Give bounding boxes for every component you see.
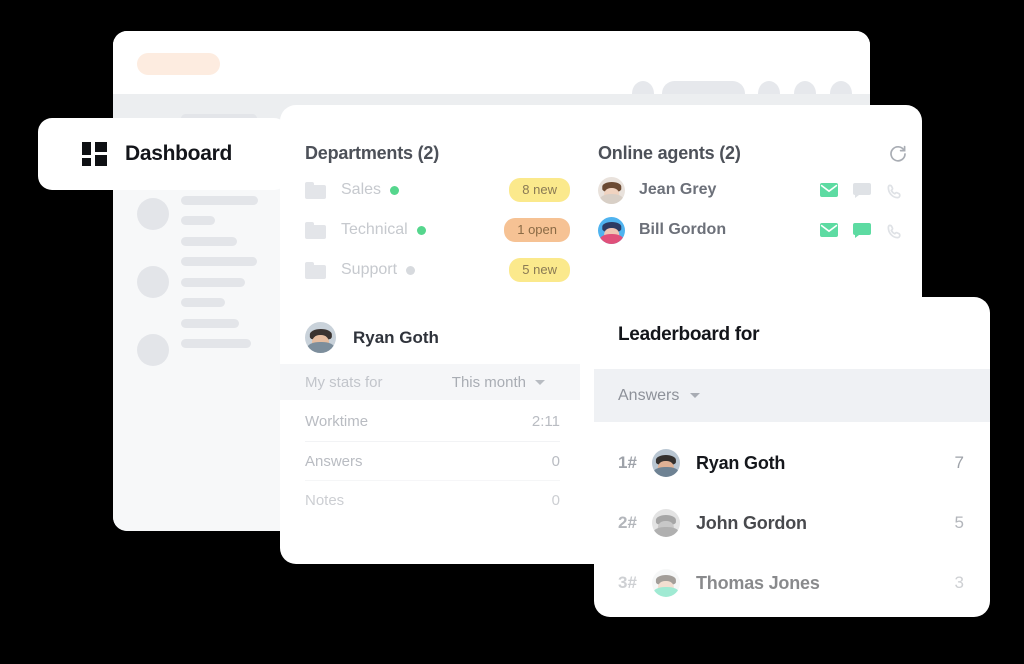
skeleton-line <box>181 278 245 287</box>
agent-name: Jean Grey <box>639 181 717 198</box>
stat-value: 0 <box>551 452 560 470</box>
stats-user: Ryan Goth <box>305 322 439 353</box>
leaderboard-row-3[interactable]: 3# Thomas Jones 3 <box>594 553 990 613</box>
department-badge[interactable]: 5 new <box>509 258 570 282</box>
avatar-thomas-jones <box>652 569 680 597</box>
leaderboard-score: 5 <box>954 513 964 532</box>
stat-row-notes: Notes 0 <box>305 480 560 519</box>
chevron-down-icon <box>535 379 545 385</box>
skeleton-line <box>181 298 225 307</box>
folder-icon <box>305 221 326 239</box>
leaderboard-rank: 3# <box>618 573 637 592</box>
agent-actions <box>820 222 903 238</box>
agent-name: Bill Gordon <box>639 221 727 238</box>
refresh-icon[interactable] <box>888 144 908 164</box>
skeleton-line <box>181 196 258 205</box>
status-dot-online <box>390 185 400 195</box>
leaderboard-name: Thomas Jones <box>696 572 820 593</box>
department-row-technical[interactable]: Technical 1 open <box>305 217 570 243</box>
page-title: Dashboard <box>125 142 232 165</box>
stat-row-answers: Answers 0 <box>305 441 560 480</box>
stats-user-name: Ryan Goth <box>353 327 439 347</box>
stat-row-worktime: Worktime 2:11 <box>305 402 560 441</box>
stats-period-select[interactable]: This month <box>452 374 545 391</box>
avatar-ryan-goth <box>652 449 680 477</box>
stat-value: 2:11 <box>531 413 560 430</box>
skeleton-avatar <box>137 334 169 366</box>
department-row-sales[interactable]: Sales 8 new <box>305 177 570 203</box>
stat-key: Worktime <box>305 413 369 430</box>
skeleton-line <box>181 237 237 246</box>
dashboard-header-bar: Dashboard <box>38 118 288 190</box>
leaderboard-card: Leaderboard for Answers 1# Ryan Goth 7 2… <box>594 297 990 617</box>
skeleton-line <box>181 257 257 266</box>
stat-key: Answers <box>305 452 363 470</box>
skeleton-line <box>181 319 239 328</box>
leaderboard-rank: 2# <box>618 513 637 532</box>
skeleton-line <box>181 339 251 348</box>
brand-pill <box>137 53 220 75</box>
leaderboard-rank: 1# <box>618 453 637 472</box>
folder-icon <box>305 181 326 199</box>
department-name: Support <box>341 261 398 278</box>
agent-actions <box>820 182 903 198</box>
skeleton-avatar <box>137 266 169 298</box>
phone-icon[interactable] <box>886 183 903 198</box>
agent-row-jean-grey[interactable]: Jean Grey <box>598 175 903 205</box>
department-name: Technical <box>341 221 408 238</box>
avatar-ryan-goth <box>305 322 336 353</box>
leaderboard-score: 3 <box>954 573 964 592</box>
leaderboard-metric-select[interactable]: Answers <box>594 369 990 422</box>
chat-icon[interactable] <box>853 222 871 238</box>
leaderboard-title: Leaderboard for <box>618 324 760 345</box>
leaderboard-name: John Gordon <box>696 512 807 533</box>
departments-heading: Departments (2) <box>305 143 440 163</box>
department-badge[interactable]: 1 open <box>504 218 570 242</box>
skeleton-avatar <box>137 198 169 230</box>
leaderboard-row-1[interactable]: 1# Ryan Goth 7 <box>594 433 990 493</box>
chat-icon[interactable] <box>853 182 871 198</box>
mail-icon[interactable] <box>820 222 838 238</box>
browser-toolbar <box>113 31 870 106</box>
mail-icon[interactable] <box>820 182 838 198</box>
leaderboard-name: Ryan Goth <box>696 452 786 473</box>
leaderboard-row-2[interactable]: 2# John Gordon 5 <box>594 493 990 553</box>
screenshot-root: Dashboard Departments (2) Sales 8 new Te… <box>0 0 1024 664</box>
leaderboard-score: 7 <box>954 453 964 472</box>
stats-period-header: My stats for This month <box>280 364 580 400</box>
online-agents-heading: Online agents (2) <box>598 143 741 163</box>
department-name: Sales <box>341 181 382 198</box>
department-badge[interactable]: 8 new <box>509 178 570 202</box>
agent-row-bill-gordon[interactable]: Bill Gordon <box>598 215 903 245</box>
folder-icon <box>305 261 326 279</box>
stats-period-value: This month <box>451 373 526 391</box>
avatar-john-gordon <box>652 509 680 537</box>
chevron-down-icon <box>690 393 701 398</box>
grid-logo-icon <box>82 142 107 166</box>
leaderboard-metric-value: Answers <box>618 386 680 404</box>
status-dot-online <box>416 225 426 235</box>
avatar-bill-gordon <box>598 216 625 244</box>
skeleton-line <box>181 216 215 225</box>
department-row-support[interactable]: Support 5 new <box>305 257 570 283</box>
stat-key: Notes <box>305 491 345 509</box>
stat-value: 0 <box>551 491 560 509</box>
stats-label: My stats for <box>305 373 383 391</box>
avatar-jean-grey <box>598 176 625 204</box>
status-dot-offline <box>406 265 416 275</box>
phone-icon[interactable] <box>886 223 903 238</box>
